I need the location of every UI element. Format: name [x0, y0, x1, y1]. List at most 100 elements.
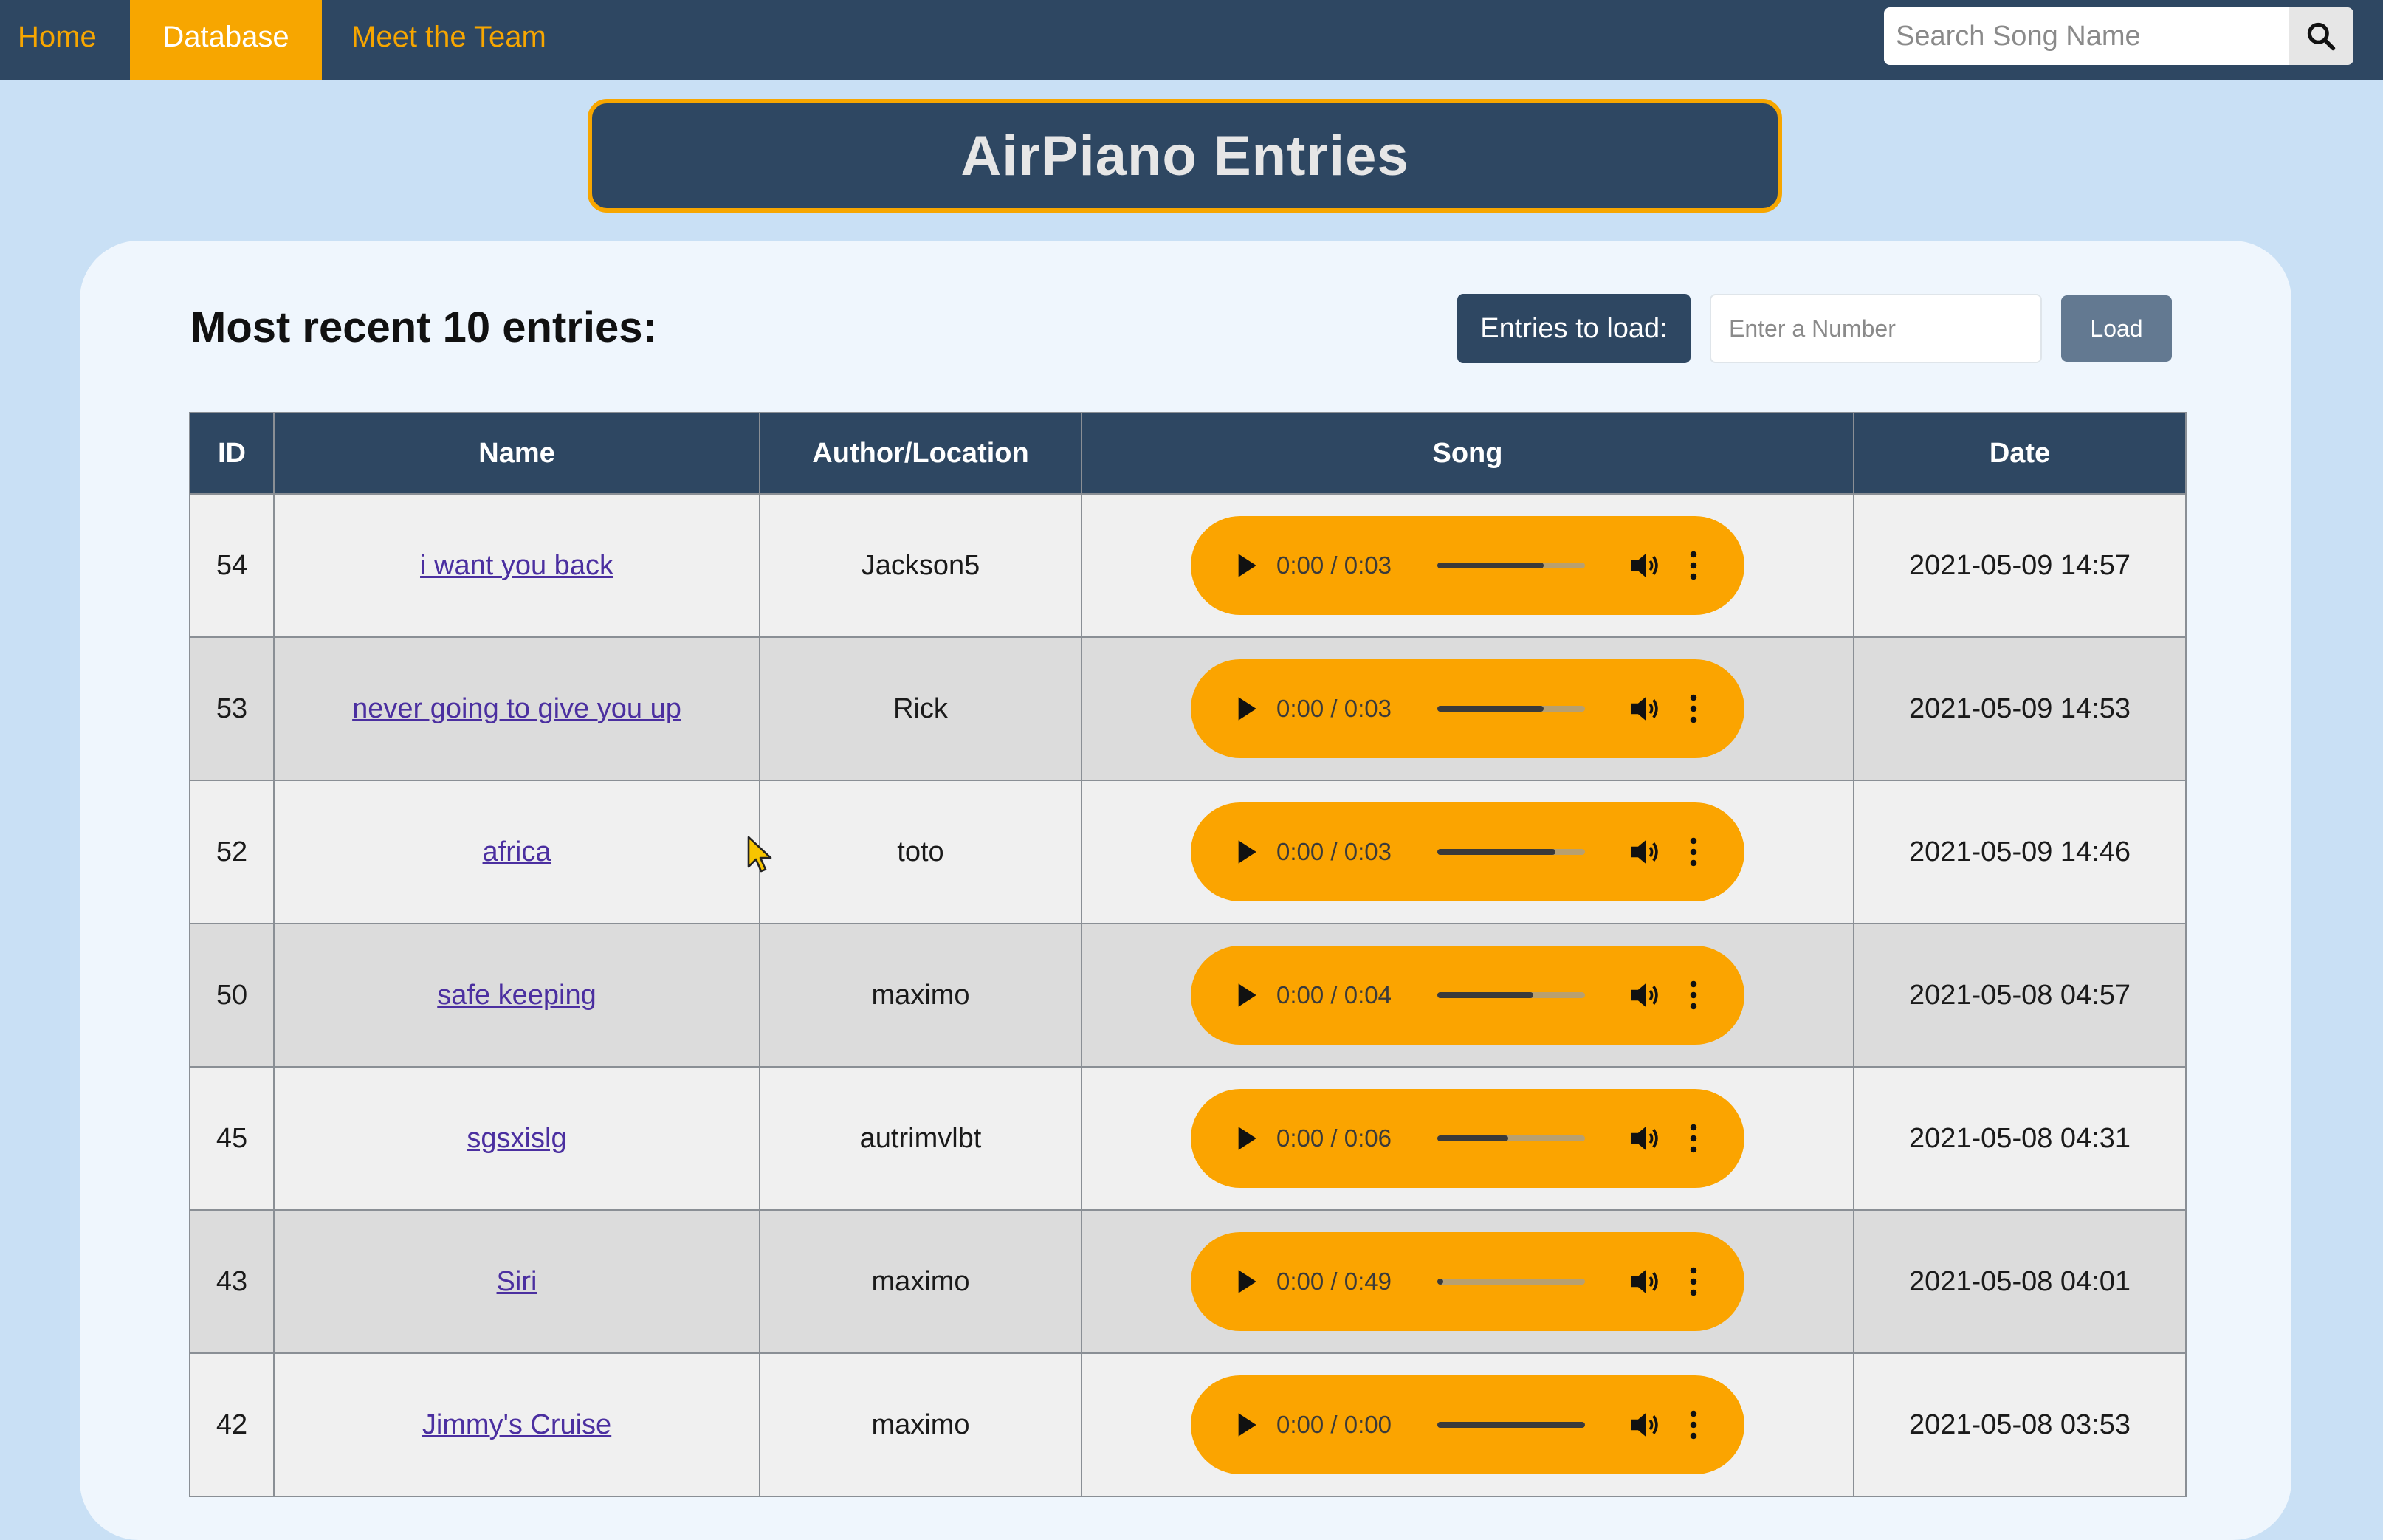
volume-slider[interactable] — [1437, 1422, 1585, 1428]
cell-name: i want you back — [273, 493, 760, 638]
cell-id: 50 — [189, 923, 275, 1068]
column-header-author: Author/Location — [759, 412, 1082, 495]
cell-date: 2021-05-08 04:31 — [1853, 1066, 2187, 1211]
cell-name: Jimmy's Cruise — [273, 1352, 760, 1497]
cell-author: Rick — [759, 636, 1082, 781]
cell-song: 0:00 / 0:03 — [1081, 636, 1854, 781]
search-button[interactable] — [2289, 7, 2353, 65]
play-button[interactable] — [1232, 551, 1262, 580]
volume-slider[interactable] — [1437, 992, 1585, 998]
more-options-button[interactable] — [1682, 1263, 1705, 1300]
more-options-button[interactable] — [1682, 547, 1705, 584]
nav-database-link[interactable]: Database — [130, 0, 322, 80]
cell-date: 2021-05-08 03:53 — [1853, 1352, 2187, 1497]
cell-id: 53 — [189, 636, 275, 781]
cell-name: sgsxislg — [273, 1066, 760, 1211]
volume-slider[interactable] — [1437, 706, 1585, 712]
volume-slider-fill — [1437, 706, 1544, 712]
more-vertical-icon — [1690, 1267, 1697, 1296]
search-icon — [2307, 22, 2336, 51]
song-name-link[interactable]: africa — [483, 836, 551, 867]
cell-name: Siri — [273, 1209, 760, 1354]
more-options-button[interactable] — [1682, 690, 1705, 727]
column-header-date: Date — [1853, 412, 2187, 495]
more-vertical-icon — [1690, 551, 1697, 580]
play-button[interactable] — [1232, 1410, 1262, 1440]
entries-number-input[interactable] — [1710, 294, 2042, 363]
nav-meet-the-team-link[interactable]: Meet the Team — [334, 0, 570, 80]
load-button[interactable]: Load — [2061, 295, 2172, 362]
cell-author: autrimvlbt — [759, 1066, 1082, 1211]
audio-player: 0:00 / 0:06 — [1191, 1089, 1744, 1188]
volume-slider[interactable] — [1437, 1135, 1585, 1141]
more-options-button[interactable] — [1682, 1406, 1705, 1443]
audio-player: 0:00 / 0:49 — [1191, 1232, 1744, 1331]
song-name-link[interactable]: Siri — [497, 1266, 537, 1297]
table-row: 54 i want you back Jackson5 0:00 / 0:03 2021… — [189, 493, 2187, 638]
volume-slider[interactable] — [1437, 563, 1585, 568]
play-button[interactable] — [1232, 1124, 1262, 1153]
play-icon — [1238, 1270, 1256, 1293]
play-button[interactable] — [1232, 1267, 1262, 1296]
song-name-link[interactable]: i want you back — [420, 550, 613, 581]
cell-song: 0:00 / 0:03 — [1081, 780, 1854, 924]
play-button[interactable] — [1232, 694, 1262, 723]
audio-player: 0:00 / 0:03 — [1191, 516, 1744, 615]
play-icon — [1238, 1127, 1256, 1150]
cell-id: 54 — [189, 493, 275, 638]
cell-date: 2021-05-08 04:57 — [1853, 923, 2187, 1068]
cell-name: safe keeping — [273, 923, 760, 1068]
volume-button[interactable] — [1626, 1406, 1663, 1443]
cell-song: 0:00 / 0:49 — [1081, 1209, 1854, 1354]
volume-button[interactable] — [1626, 1263, 1663, 1300]
more-vertical-icon — [1690, 980, 1697, 1010]
play-button[interactable] — [1232, 980, 1262, 1010]
cell-date: 2021-05-08 04:01 — [1853, 1209, 2187, 1354]
volume-button[interactable] — [1626, 690, 1663, 727]
cell-date: 2021-05-09 14:57 — [1853, 493, 2187, 638]
song-name-link[interactable]: sgsxislg — [467, 1123, 566, 1154]
volume-button[interactable] — [1626, 833, 1663, 870]
cell-date: 2021-05-09 14:46 — [1853, 780, 2187, 924]
audio-time: 0:00 / 0:49 — [1276, 1268, 1392, 1295]
volume-icon — [1631, 983, 1658, 1008]
title-banner: AirPiano Entries — [588, 99, 1782, 213]
audio-player: 0:00 / 0:04 — [1191, 946, 1744, 1045]
nav-home-link[interactable]: Home — [0, 0, 128, 80]
entries-to-load-label: Entries to load: — [1457, 294, 1691, 363]
more-options-button[interactable] — [1682, 977, 1705, 1014]
page-title: AirPiano Entries — [960, 124, 1409, 188]
cell-author: maximo — [759, 923, 1082, 1068]
cell-id: 43 — [189, 1209, 275, 1354]
volume-icon — [1631, 1269, 1658, 1294]
cell-song: 0:00 / 0:04 — [1081, 923, 1854, 1068]
play-icon — [1238, 840, 1256, 864]
volume-button[interactable] — [1626, 1120, 1663, 1157]
cell-author: maximo — [759, 1209, 1082, 1354]
play-icon — [1238, 554, 1256, 577]
cell-author: toto — [759, 780, 1082, 924]
play-button[interactable] — [1232, 837, 1262, 867]
cell-song: 0:00 / 0:00 — [1081, 1352, 1854, 1497]
more-options-button[interactable] — [1682, 1120, 1705, 1157]
volume-slider[interactable] — [1437, 849, 1585, 855]
volume-icon — [1631, 553, 1658, 578]
cell-name: africa — [273, 780, 760, 924]
song-name-link[interactable]: safe keeping — [437, 980, 596, 1011]
volume-icon — [1631, 1412, 1658, 1437]
audio-player: 0:00 / 0:00 — [1191, 1375, 1744, 1474]
volume-slider-fill — [1437, 849, 1555, 855]
cell-id: 42 — [189, 1352, 275, 1497]
cell-song: 0:00 / 0:03 — [1081, 493, 1854, 638]
audio-player: 0:00 / 0:03 — [1191, 802, 1744, 901]
more-options-button[interactable] — [1682, 833, 1705, 870]
volume-slider[interactable] — [1437, 1279, 1585, 1285]
volume-button[interactable] — [1626, 547, 1663, 584]
search-song-input[interactable] — [1884, 7, 2289, 65]
volume-icon — [1631, 696, 1658, 721]
volume-slider-fill — [1437, 1279, 1443, 1285]
column-header-name: Name — [273, 412, 760, 495]
song-name-link[interactable]: Jimmy's Cruise — [422, 1409, 611, 1440]
song-name-link[interactable]: never going to give you up — [352, 693, 681, 724]
volume-button[interactable] — [1626, 977, 1663, 1014]
